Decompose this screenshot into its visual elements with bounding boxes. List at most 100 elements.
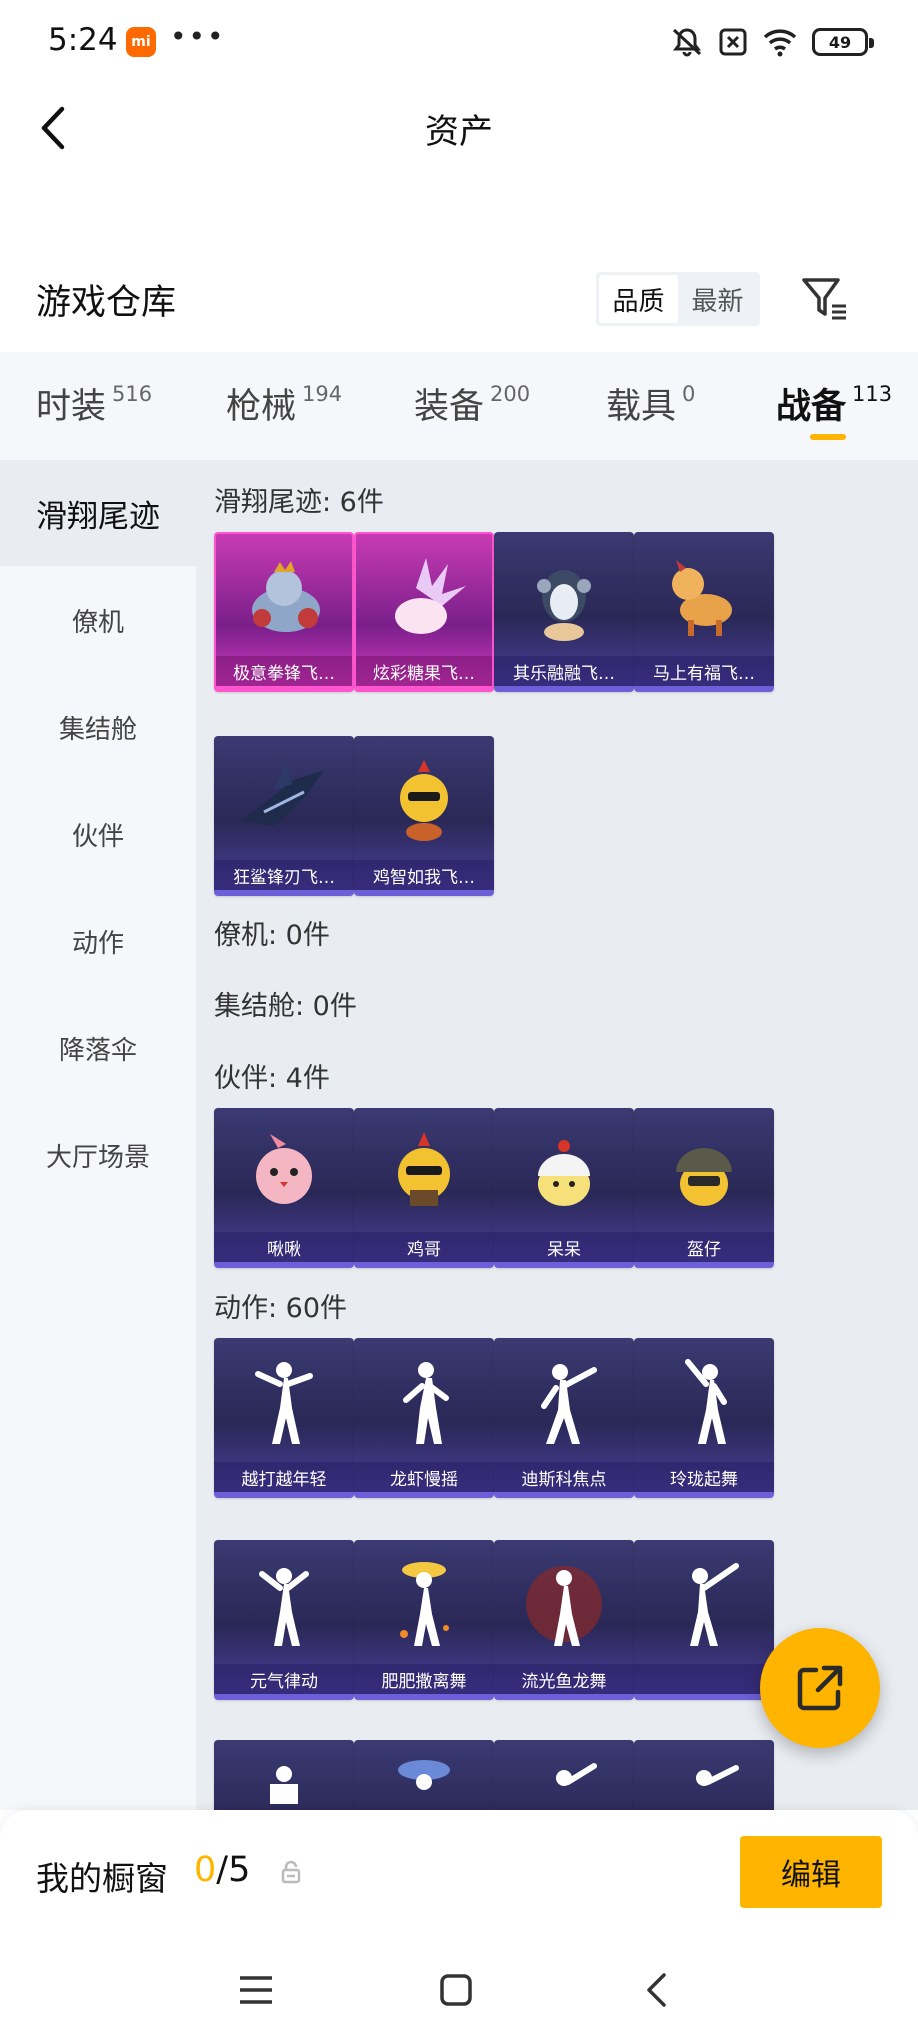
item-card[interactable]: 炫彩糖果飞… [354, 532, 494, 692]
status-icons: 49 [670, 26, 874, 58]
tab-label: 战备 [776, 387, 847, 427]
section-title-partner: 伙伴: 4件 [214, 1063, 330, 1094]
item-card[interactable]: 鸡哥 [354, 1108, 494, 1268]
showcase-title: 我的橱窗 [36, 1859, 168, 1898]
tab-count: 516 [112, 382, 153, 406]
item-card[interactable]: 肥肥撒离舞 [354, 1540, 494, 1700]
egg-chick-icon [538, 1140, 590, 1206]
item-card[interactable]: 龙虾慢摇 [354, 1338, 494, 1498]
sort-newest-option[interactable]: 最新 [678, 275, 757, 323]
pink-bird-icon [256, 1134, 312, 1204]
item-card[interactable] [354, 1740, 494, 1810]
tab-fashion[interactable]: 时装 516 [36, 378, 152, 429]
item-name: 肥肥撒离舞 [354, 1664, 494, 1694]
status-bar: 5:24 mi ••• 49 [0, 0, 918, 84]
more-notifications-icon: ••• [170, 20, 226, 53]
item-card[interactable] [214, 1740, 354, 1810]
item-name: 迪斯科焦点 [494, 1462, 634, 1492]
tab-label: 枪械 [226, 387, 297, 427]
mi-app-icon: mi [126, 27, 156, 57]
filter-icon [802, 278, 846, 320]
menu-icon [240, 1976, 272, 2004]
sort-toggle: 品质 最新 [596, 272, 760, 326]
item-card[interactable]: 狂鲨锋刃飞… [214, 736, 354, 896]
item-name: 狂鲨锋刃飞… [214, 860, 354, 890]
share-button[interactable] [760, 1628, 880, 1748]
item-card[interactable]: 玲珑起舞 [634, 1338, 774, 1498]
mute-bell-icon [672, 28, 702, 57]
tab-firearms[interactable]: 枪械 194 [226, 378, 342, 429]
item-name: 盔仔 [634, 1232, 774, 1262]
shark-blade-icon [242, 762, 324, 826]
item-name: 炫彩糖果飞… [356, 656, 492, 686]
side-item-wingman[interactable]: 僚机 [0, 567, 196, 673]
showcase-total: /5 [216, 1850, 251, 1890]
tab-label: 装备 [414, 387, 485, 427]
warehouse-title: 游戏仓库 [36, 283, 177, 323]
showcase-count: 0/5 [194, 1850, 250, 1890]
item-card[interactable]: 流光鱼龙舞 [494, 1540, 634, 1700]
home-square-icon [440, 1974, 472, 2006]
item-name: 元气律动 [214, 1664, 354, 1694]
item-name: 极意拳锋飞… [216, 656, 352, 686]
battery-indicator: 49 [812, 28, 874, 56]
item-card[interactable]: 越打越年轻 [214, 1338, 354, 1498]
tab-count: 113 [852, 382, 893, 406]
wifi-icon [763, 29, 797, 57]
dancer-silhouette-icon [526, 1566, 602, 1646]
helmet-bird-icon [676, 1148, 732, 1206]
dancer-silhouette-icon [541, 1364, 597, 1444]
dancer-silhouette-icon [270, 1766, 298, 1804]
item-card[interactable]: 鸡智如我飞… [354, 736, 494, 896]
side-item-emote[interactable]: 动作 [0, 888, 196, 994]
dancer-silhouette-icon [403, 1362, 449, 1444]
item-card[interactable]: 啾啾 [214, 1108, 354, 1268]
item-grid-area: 滑翔尾迹: 6件 极意拳锋飞… 炫彩糖果飞… 其乐融融飞… 马上有福飞… 狂鲨锋… [196, 460, 918, 1810]
item-card[interactable] [634, 1540, 774, 1700]
nav-home-button[interactable] [426, 1960, 486, 2020]
item-name: 其乐融融飞… [494, 656, 634, 686]
edit-button[interactable]: 编辑 [740, 1836, 882, 1908]
category-tabs: 时装 516 枪械 194 装备 200 载具 0 战备 113 [0, 352, 918, 460]
candy-crystal-icon [395, 558, 466, 634]
nav-menu-button[interactable] [226, 1960, 286, 2020]
tab-battle-prep[interactable]: 战备 113 [776, 378, 892, 429]
dancer-silhouette-icon [259, 1568, 309, 1646]
item-card[interactable]: 呆呆 [494, 1108, 634, 1268]
item-card[interactable] [634, 1740, 774, 1810]
item-card[interactable] [494, 1740, 634, 1810]
side-item-parachute[interactable]: 降落伞 [0, 995, 196, 1101]
active-tab-indicator [810, 434, 846, 440]
item-card[interactable]: 盔仔 [634, 1108, 774, 1268]
item-card[interactable]: 迪斯科焦点 [494, 1338, 634, 1498]
chicken-bro-icon [398, 1132, 450, 1206]
tab-count: 194 [302, 382, 343, 406]
dancer-silhouette-icon [556, 1763, 597, 1786]
filter-button[interactable] [800, 274, 850, 324]
tab-vehicles[interactable]: 载具 0 [606, 378, 695, 429]
item-name: 鸡智如我飞… [354, 860, 494, 890]
item-name: 啾啾 [214, 1232, 354, 1262]
sort-quality-option[interactable]: 品质 [599, 275, 678, 323]
dancer-silhouette-icon [398, 1760, 450, 1790]
item-name: 玲珑起舞 [634, 1462, 774, 1492]
side-item-glide-trail[interactable]: 滑翔尾迹 [0, 460, 196, 566]
nav-back-button[interactable] [626, 1960, 686, 2020]
dancer-silhouette-icon [255, 1362, 313, 1444]
dancer-silhouette-icon [685, 1359, 727, 1444]
item-name: 越打越年轻 [214, 1462, 354, 1492]
side-item-partner[interactable]: 伙伴 [0, 781, 196, 887]
side-item-capsule[interactable]: 集结舱 [0, 674, 196, 780]
tab-equipment[interactable]: 装备 200 [414, 378, 530, 429]
section-title-wingman: 僚机: 0件 [214, 920, 330, 951]
no-sim-icon [719, 28, 747, 56]
tab-label: 时装 [36, 387, 107, 427]
showcase-current: 0 [194, 1850, 217, 1890]
item-card[interactable]: 马上有福飞… [634, 532, 774, 692]
lucky-horse-icon [672, 560, 732, 636]
section-title-capsule: 集结舱: 0件 [214, 991, 357, 1022]
item-card[interactable]: 元气律动 [214, 1540, 354, 1700]
item-card[interactable]: 极意拳锋飞… [214, 532, 354, 692]
side-item-lobby-scene[interactable]: 大厅场景 [0, 1102, 196, 1208]
item-card[interactable]: 其乐融融飞… [494, 532, 634, 692]
